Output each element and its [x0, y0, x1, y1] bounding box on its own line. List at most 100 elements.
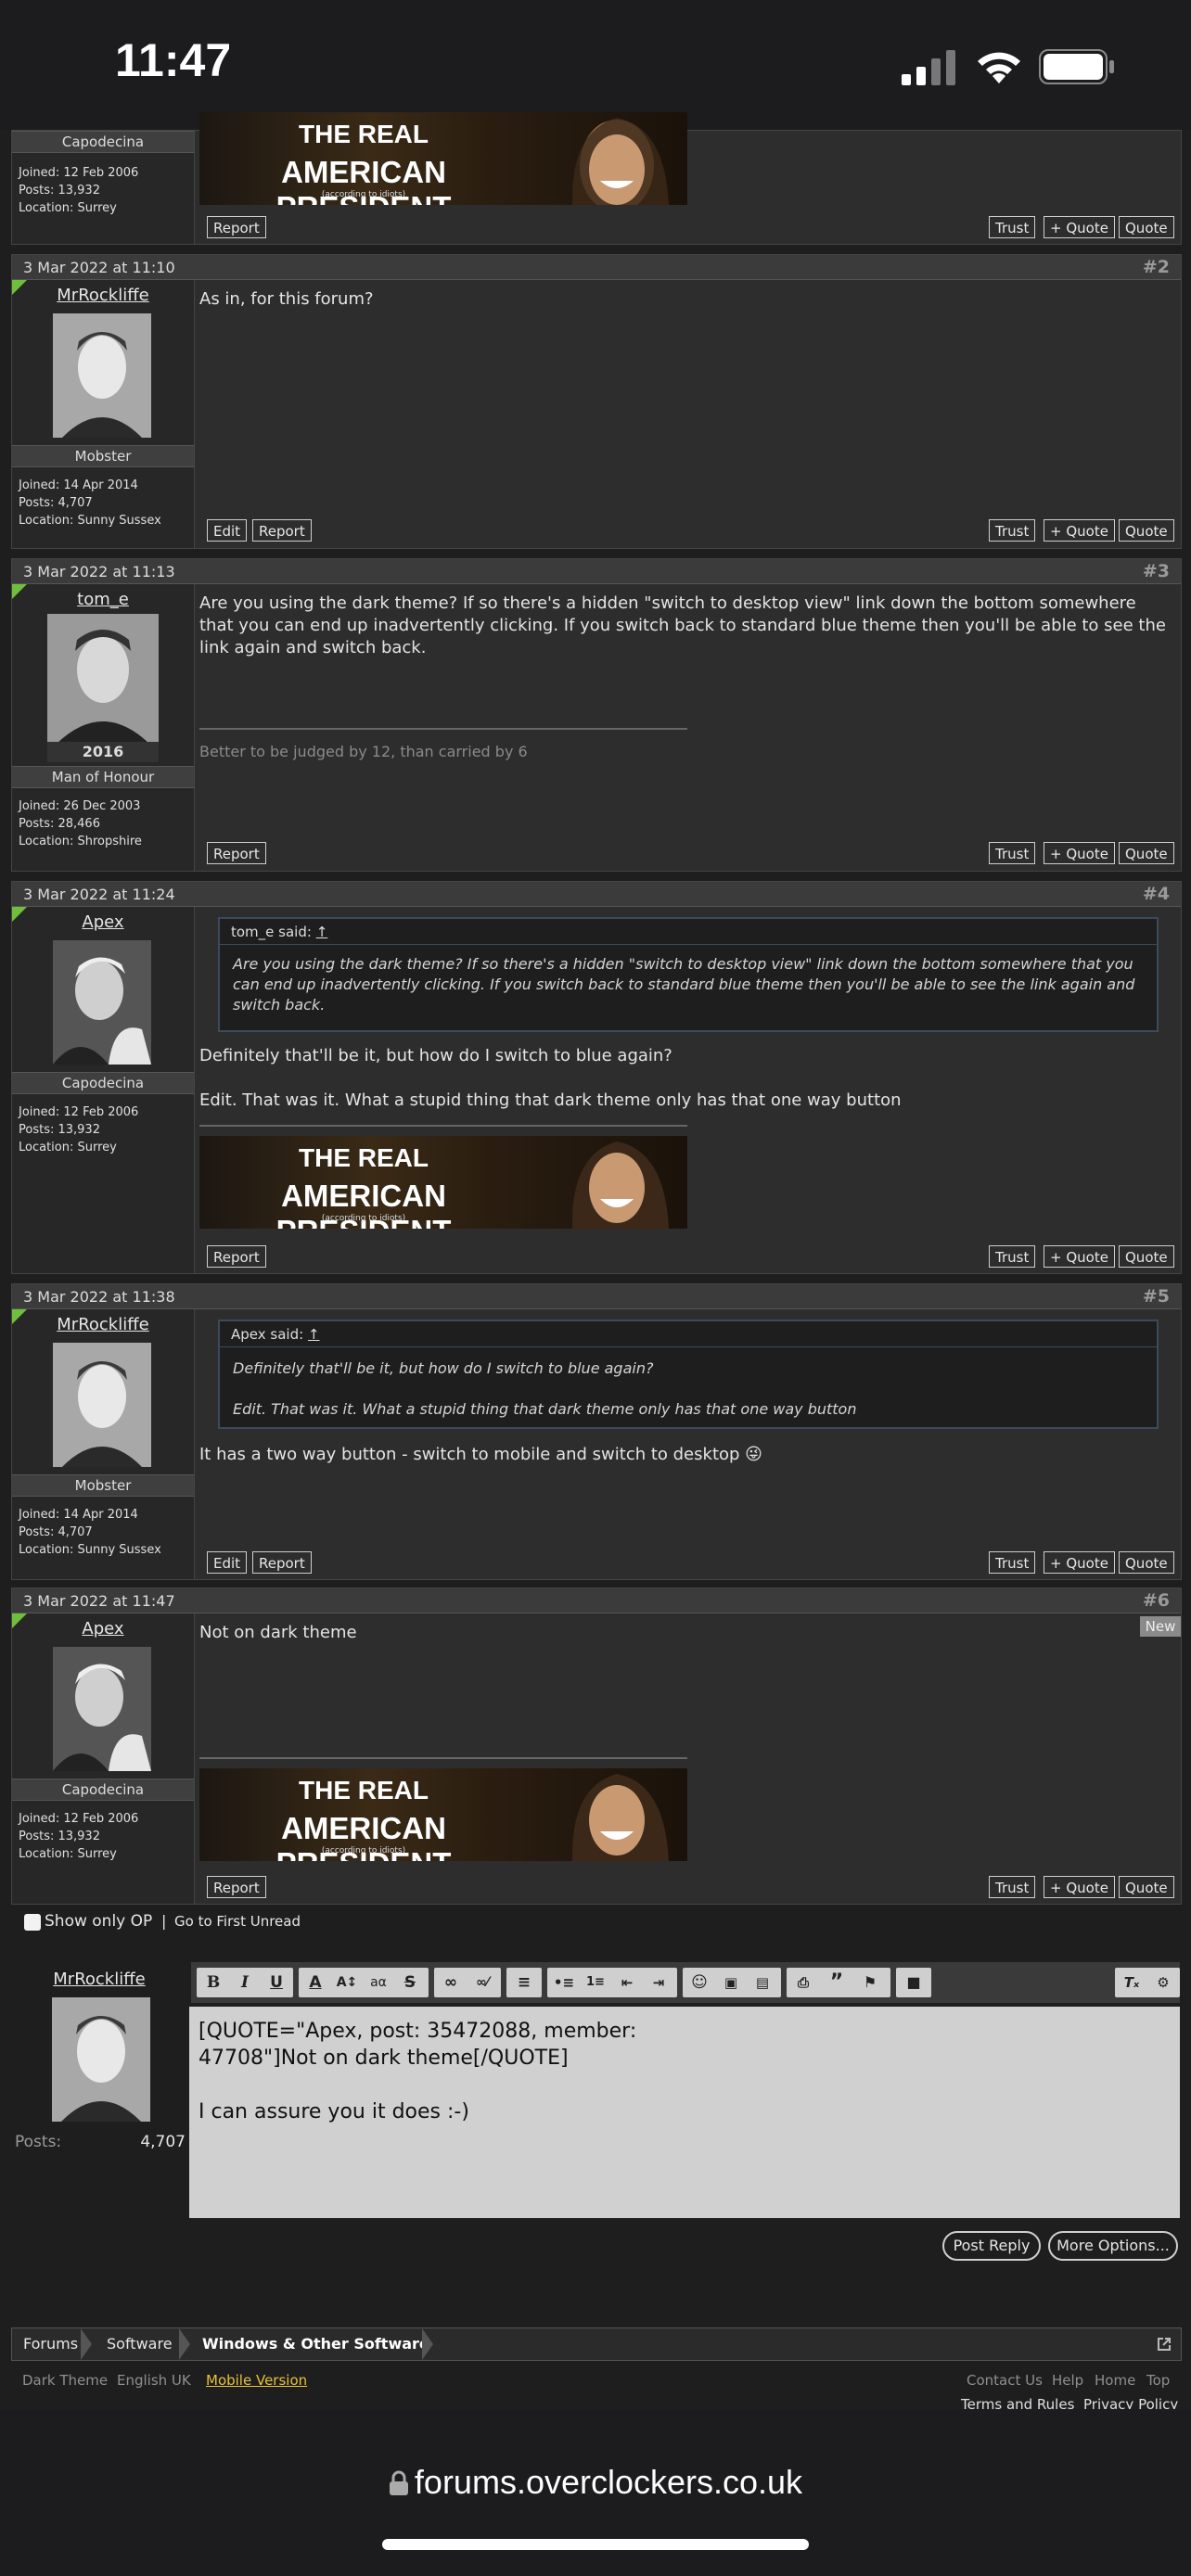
breadcrumb-forums[interactable]: Forums: [23, 2328, 78, 2360]
quote-button[interactable]: Quote: [1119, 1876, 1174, 1898]
browser-address-bar: forums.overclockers.co.uk: [0, 2409, 1191, 2576]
edit-button[interactable]: Edit: [207, 519, 248, 542]
flag-icon[interactable]: ⚑: [855, 1968, 885, 1997]
strikethrough-icon[interactable]: S: [395, 1968, 425, 1997]
show-only-op-label[interactable]: Show only OP: [45, 1912, 152, 1931]
user-rank: Capodecina: [12, 131, 194, 153]
top-link[interactable]: Top: [1146, 2372, 1170, 2389]
align-icon[interactable]: ≡: [509, 1968, 539, 1997]
more-options-button[interactable]: More Options...: [1048, 2231, 1178, 2261]
reply-username-link[interactable]: MrRockliffe: [11, 1970, 187, 1989]
image-icon[interactable]: ▣: [716, 1968, 746, 1997]
link-icon[interactable]: ∞: [436, 1968, 466, 1997]
username-link[interactable]: MrRockliffe: [12, 286, 194, 305]
post-reply-button[interactable]: Post Reply: [942, 2231, 1041, 2261]
mobile-version-link[interactable]: Mobile Version: [206, 2372, 307, 2389]
italic-icon[interactable]: I: [230, 1968, 260, 1997]
username-link[interactable]: Apex: [12, 1619, 194, 1639]
username-link[interactable]: Apex: [12, 912, 194, 932]
report-button[interactable]: Report: [207, 1245, 266, 1268]
report-button[interactable]: Report: [207, 842, 266, 864]
avatar[interactable]: 2016: [47, 614, 159, 762]
address-field[interactable]: forums.overclockers.co.uk: [0, 2463, 1191, 2502]
quote-block: tom_e said: ↑ Are you using the dark the…: [218, 917, 1159, 1032]
media-icon[interactable]: ▤: [748, 1968, 777, 1997]
report-button[interactable]: Report: [252, 519, 312, 542]
post-header: 3 Mar 2022 at 11:10 #2: [12, 255, 1181, 280]
battery-icon: [1039, 49, 1114, 84]
external-link-icon[interactable]: [1157, 2337, 1172, 2352]
trust-button[interactable]: Trust: [989, 1245, 1036, 1268]
trust-button[interactable]: Trust: [989, 1551, 1036, 1574]
plus-quote-button[interactable]: + Quote: [1044, 1551, 1115, 1574]
avatar[interactable]: [53, 1647, 151, 1771]
quote-button[interactable]: Quote: [1119, 842, 1174, 864]
signature-banner: THE REAL AMERICAN PRESIDENT (according t…: [199, 1136, 687, 1229]
show-only-op-checkbox[interactable]: [24, 1914, 41, 1931]
plus-quote-button[interactable]: + Quote: [1044, 842, 1115, 864]
username-link[interactable]: tom_e: [12, 590, 194, 609]
bulleted-list-icon[interactable]: •≡: [549, 1968, 579, 1997]
user-meta: Joined: 12 Feb 2006 Posts: 13,932 Location…: [19, 1105, 139, 1154]
go-to-first-unread-link[interactable]: Go to First Unread: [174, 1913, 301, 1930]
post-number[interactable]: #2: [1143, 257, 1170, 277]
language-link[interactable]: English UK: [117, 2372, 191, 2389]
quote-button[interactable]: Quote: [1119, 1245, 1174, 1268]
unlink-icon[interactable]: ∞⁄: [467, 1968, 497, 1997]
help-link[interactable]: Help: [1052, 2372, 1083, 2389]
breadcrumb-software[interactable]: Software: [107, 2328, 173, 2360]
avatar[interactable]: [53, 1343, 151, 1467]
contact-us-link[interactable]: Contact Us: [967, 2372, 1043, 2389]
avatar[interactable]: [53, 940, 151, 1065]
post-number[interactable]: #6: [1143, 1590, 1170, 1611]
status-time: 11:47: [115, 34, 232, 86]
save-draft-icon[interactable]: ■: [899, 1968, 928, 1997]
post-number[interactable]: #4: [1143, 884, 1170, 904]
avatar[interactable]: [53, 313, 151, 438]
quick-reply: MrRockliffe Posts: 4,707 B I U A A↕ aα S…: [11, 1947, 1180, 2218]
plus-quote-button[interactable]: + Quote: [1044, 216, 1115, 238]
toggle-bbcode-icon[interactable]: ⚙: [1148, 1968, 1178, 1997]
post-number[interactable]: #5: [1143, 1286, 1170, 1307]
reply-editor[interactable]: [QUOTE="Apex, post: 35472088, member: 47…: [189, 2007, 1180, 2218]
quote-button[interactable]: Quote: [1119, 216, 1174, 238]
code-icon[interactable]: ⎙: [788, 1968, 818, 1997]
remove-formatting-icon[interactable]: Tₓ: [1117, 1968, 1146, 1997]
plus-quote-button[interactable]: + Quote: [1044, 1876, 1115, 1898]
numbered-list-icon[interactable]: 1≡: [581, 1968, 610, 1997]
indent-icon[interactable]: ⇥: [644, 1968, 673, 1997]
plus-quote-button[interactable]: + Quote: [1044, 519, 1115, 542]
edit-button[interactable]: Edit: [207, 1551, 248, 1574]
quote-button[interactable]: Quote: [1119, 519, 1174, 542]
home-indicator[interactable]: [382, 2539, 809, 2550]
username-link[interactable]: MrRockliffe: [12, 1315, 194, 1334]
font-family-icon[interactable]: aα: [364, 1968, 393, 1997]
report-button[interactable]: Report: [207, 216, 266, 238]
smilie-icon[interactable]: ☺: [685, 1968, 714, 1997]
trust-button[interactable]: Trust: [989, 519, 1036, 542]
post-number[interactable]: #3: [1143, 561, 1170, 581]
breadcrumb-windows[interactable]: Windows & Other Software: [202, 2328, 429, 2360]
lock-icon: [389, 2470, 408, 2495]
outdent-icon[interactable]: ⇤: [612, 1968, 642, 1997]
quote-text: Are you using the dark theme? If so ther…: [233, 955, 1135, 1014]
home-link[interactable]: Home: [1095, 2372, 1135, 2389]
report-button[interactable]: Report: [207, 1876, 266, 1898]
bold-icon[interactable]: B: [198, 1968, 228, 1997]
quote-button[interactable]: Quote: [1119, 1551, 1174, 1574]
report-button[interactable]: Report: [252, 1551, 312, 1574]
quote-icon[interactable]: ”: [822, 1968, 852, 1997]
dark-theme-link[interactable]: Dark Theme: [22, 2372, 108, 2389]
jump-to-quote-icon[interactable]: ↑: [308, 1326, 320, 1343]
post-partial: Capodecina Joined: 12 Feb 2006 Posts: 13,…: [11, 112, 1182, 245]
plus-quote-button[interactable]: + Quote: [1044, 1245, 1115, 1268]
font-color-icon[interactable]: A: [301, 1968, 330, 1997]
font-size-icon[interactable]: A↕: [332, 1968, 362, 1997]
trust-button[interactable]: Trust: [989, 842, 1036, 864]
font-group: A A↕ aα S: [299, 1968, 429, 1997]
underline-icon[interactable]: U: [262, 1968, 291, 1997]
trust-button[interactable]: Trust: [989, 1876, 1036, 1898]
jump-to-quote-icon[interactable]: ↑: [316, 924, 328, 940]
user-rank: Capodecina: [12, 1072, 194, 1094]
trust-button[interactable]: Trust: [989, 216, 1036, 238]
